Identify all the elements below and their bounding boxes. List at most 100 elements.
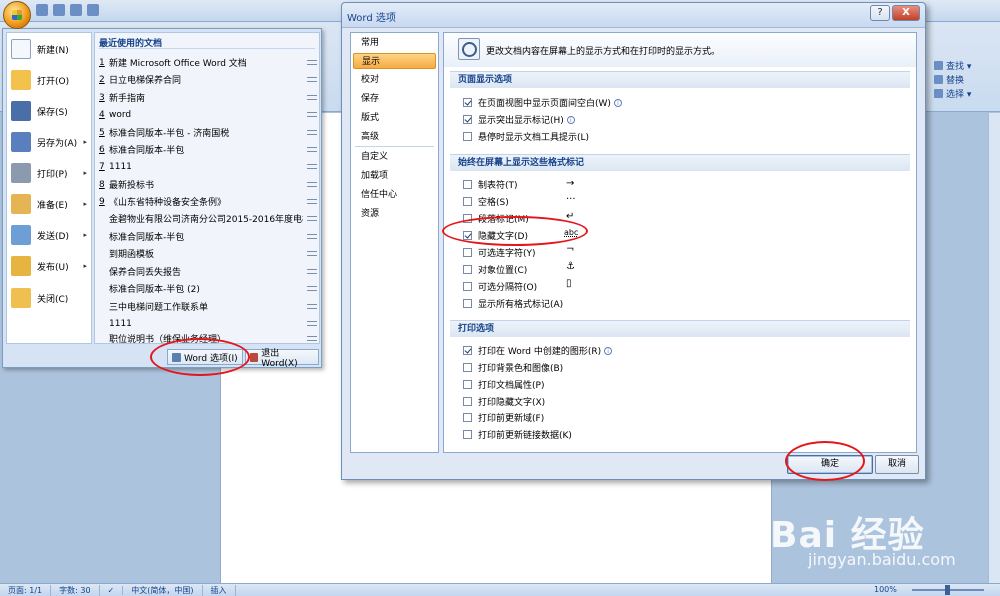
menu-prepare[interactable]: 准备(E) ▸ — [7, 190, 91, 218]
menu-open[interactable]: 打开(O) — [7, 66, 91, 94]
checkbox[interactable] — [463, 132, 472, 141]
nav-display[interactable]: 显示 — [353, 53, 436, 69]
option-tab-characters[interactable]: 制表符(T) — [463, 177, 518, 192]
checkbox[interactable] — [463, 380, 472, 389]
menu-send[interactable]: 发送(D) ▸ — [7, 221, 91, 249]
checkbox[interactable] — [463, 397, 472, 406]
pin-icon[interactable] — [307, 321, 317, 326]
nav-add-ins[interactable]: 加载项 — [353, 168, 436, 184]
ok-button[interactable]: 确定 — [787, 455, 873, 474]
cancel-button[interactable]: 取消 — [875, 455, 919, 474]
recent-document[interactable]: 标准合同版本-半包 — [99, 228, 317, 245]
option-print-hidden-text[interactable]: 打印隐藏文字(X) — [463, 394, 545, 409]
redo-icon[interactable] — [70, 4, 82, 16]
help-button[interactable]: ? — [870, 5, 890, 21]
pin-icon[interactable] — [307, 304, 317, 309]
checkbox[interactable] — [463, 180, 472, 189]
recent-document[interactable]: 标准合同版本-半包 (2) — [99, 280, 317, 297]
recent-document[interactable]: 5 标准合同版本-半包 - 济南国税 — [99, 124, 317, 141]
option-paragraph-marks[interactable]: 段落标记(M) — [463, 211, 529, 226]
zoom-level[interactable]: 100% — [874, 585, 897, 594]
recent-document[interactable]: 保养合同丢失报告 — [99, 263, 317, 280]
format-painter-icon[interactable] — [87, 4, 99, 16]
pin-icon[interactable] — [307, 182, 317, 187]
option-update-fields[interactable]: 打印前更新域(F) — [463, 410, 544, 425]
page-count[interactable]: 页面: 1/1 — [0, 584, 52, 596]
nav-advanced[interactable]: 高级 — [353, 129, 436, 145]
checkbox[interactable] — [463, 214, 472, 223]
pin-icon[interactable] — [307, 199, 317, 204]
checkbox[interactable] — [463, 430, 472, 439]
pin-icon[interactable] — [307, 286, 317, 291]
option-highlighter-marks[interactable]: 显示突出显示标记(H) i — [463, 112, 575, 127]
option-print-background[interactable]: 打印背景色和图像(B) — [463, 360, 563, 375]
checkbox[interactable] — [463, 115, 472, 124]
menu-print[interactable]: 打印(P) ▸ — [7, 159, 91, 187]
menu-save-as[interactable]: 另存为(A) ▸ — [7, 128, 91, 156]
recent-document[interactable]: 金碧物业有限公司济南分公司2015-2016年度电梯... — [99, 210, 317, 227]
zoom-slider-thumb[interactable] — [945, 585, 950, 595]
pin-icon[interactable] — [307, 234, 317, 239]
nav-resources[interactable]: 资源 — [353, 206, 436, 222]
option-print-properties[interactable]: 打印文档属性(P) — [463, 377, 544, 392]
recent-document[interactable]: 8 最新投标书 — [99, 176, 317, 193]
close-button[interactable]: X — [892, 5, 920, 21]
checkbox[interactable] — [463, 98, 472, 107]
undo-icon[interactable] — [53, 4, 65, 16]
checkbox[interactable] — [463, 363, 472, 372]
nav-common[interactable]: 常用 — [353, 35, 436, 51]
language[interactable]: 中文(简体，中国) — [123, 584, 203, 596]
option-optional-hyphens[interactable]: 可选连字符(Y) — [463, 245, 536, 260]
option-print-drawings[interactable]: 打印在 Word 中创建的图形(R) i — [463, 343, 613, 358]
checkbox[interactable] — [463, 346, 472, 355]
pin-icon[interactable] — [307, 216, 317, 221]
option-spaces[interactable]: 空格(S) — [463, 194, 509, 209]
recent-document[interactable]: 到期函模板 — [99, 245, 317, 262]
menu-close[interactable]: 关闭(C) — [7, 284, 91, 312]
vertical-scrollbar[interactable] — [988, 113, 1000, 583]
office-button[interactable] — [3, 1, 31, 29]
pin-icon[interactable] — [307, 77, 317, 82]
insert-mode[interactable]: 插入 — [203, 584, 236, 596]
recent-document[interactable]: 6 标准合同版本-半包 — [99, 141, 317, 158]
checkbox[interactable] — [463, 282, 472, 291]
select-button[interactable]: 选择 ▾ — [934, 86, 990, 100]
recent-document[interactable]: 9 《山东省特种设备安全条例》 — [99, 193, 317, 210]
option-update-links[interactable]: 打印前更新链接数据(K) — [463, 427, 572, 442]
word-count[interactable]: 字数: 30 — [51, 584, 100, 596]
pin-icon[interactable] — [307, 336, 317, 341]
recent-document[interactable]: 7 1111 — [99, 158, 317, 175]
menu-publish[interactable]: 发布(U) ▸ — [7, 252, 91, 280]
pin-icon[interactable] — [307, 251, 317, 256]
pin-icon[interactable] — [307, 164, 317, 169]
menu-save[interactable]: 保存(S) — [7, 97, 91, 125]
find-button[interactable]: 查找 ▾ — [934, 58, 990, 72]
recent-document[interactable]: 三中电梯问题工作联系单 — [99, 298, 317, 315]
option-document-tooltips[interactable]: 悬停时显示文档工具提示(L) — [463, 129, 589, 144]
pin-icon[interactable] — [307, 112, 317, 117]
option-object-anchors[interactable]: 对象位置(C) — [463, 262, 527, 277]
save-icon[interactable] — [36, 4, 48, 16]
checkbox[interactable] — [463, 197, 472, 206]
pin-icon[interactable] — [307, 269, 317, 274]
pin-icon[interactable] — [307, 60, 317, 65]
option-show-all-marks[interactable]: 显示所有格式标记(A) — [463, 296, 563, 311]
checkbox[interactable] — [463, 413, 472, 422]
exit-word-button[interactable]: 退出 Word(X) — [245, 349, 319, 369]
checkbox[interactable] — [463, 299, 472, 308]
recent-document[interactable]: 4 word — [99, 106, 317, 123]
nav-trust-center[interactable]: 信任中心 — [353, 187, 436, 203]
recent-document[interactable]: 1 新建 Microsoft Office Word 文档 — [99, 54, 317, 71]
nav-proofing[interactable]: 校对 — [353, 72, 436, 88]
word-options-button[interactable]: Word 选项(I) — [167, 349, 243, 365]
checkbox[interactable] — [463, 265, 472, 274]
pin-icon[interactable] — [307, 130, 317, 135]
option-hidden-text[interactable]: 隐藏文字(D) — [463, 228, 528, 243]
option-optional-breaks[interactable]: 可选分隔符(O) — [463, 279, 537, 294]
nav-save[interactable]: 保存 — [353, 91, 436, 107]
menu-new[interactable]: 新建(N) — [7, 35, 91, 63]
pin-icon[interactable] — [307, 147, 317, 152]
recent-document[interactable]: 2 日立电梯保养合同 — [99, 71, 317, 88]
recent-document[interactable]: 3 新手指南 — [99, 89, 317, 106]
pin-icon[interactable] — [307, 95, 317, 100]
